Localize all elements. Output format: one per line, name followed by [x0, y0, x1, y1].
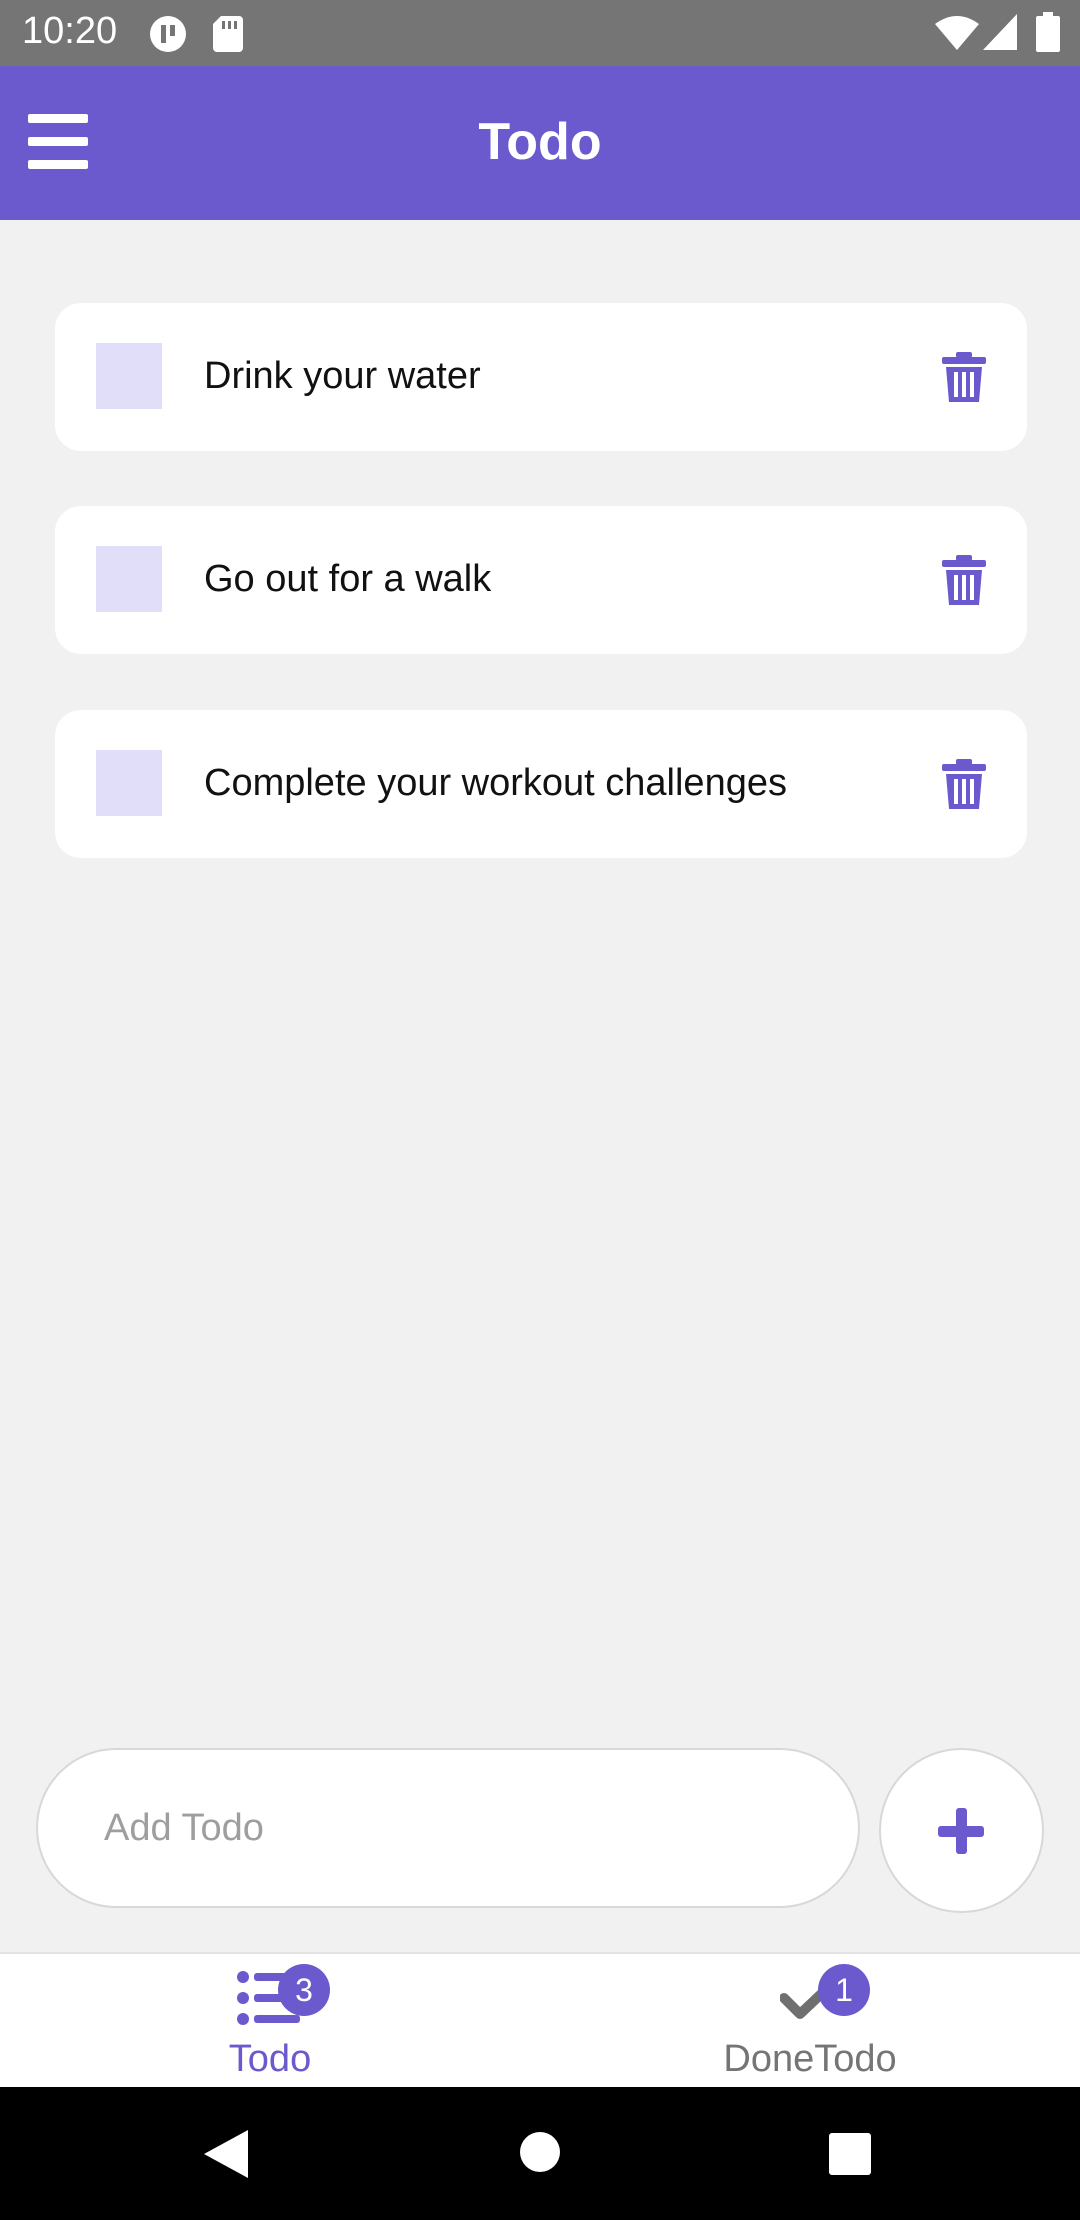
tab-label: DoneTodo: [723, 2038, 897, 2080]
back-icon[interactable]: [204, 2130, 248, 2178]
todo-text: Drink your water: [204, 355, 481, 397]
sd-card-icon: [213, 16, 243, 52]
bottom-tab-bar: 3 Todo 1 DoneTodo: [0, 1952, 1080, 2087]
add-todo-input[interactable]: [36, 1748, 860, 1908]
cell-signal-icon: [983, 14, 1017, 50]
todo-item: Complete your workout challenges: [55, 710, 1027, 858]
todo-checkbox[interactable]: [96, 343, 162, 409]
wifi-icon: [935, 16, 979, 50]
todo-checkbox[interactable]: [96, 546, 162, 612]
tab-donetodo[interactable]: 1 DoneTodo: [540, 1954, 1080, 2089]
recents-icon[interactable]: [829, 2133, 871, 2175]
status-bar: 10:20: [0, 0, 1080, 66]
page-title: Todo: [478, 113, 602, 171]
home-icon[interactable]: [520, 2132, 560, 2172]
todo-text: Go out for a walk: [204, 558, 492, 600]
todo-checkbox[interactable]: [96, 750, 162, 816]
system-nav-bar: [0, 2087, 1080, 2220]
add-todo-button[interactable]: [879, 1748, 1044, 1913]
tab-badge: 3: [278, 1964, 330, 2016]
trash-icon[interactable]: [941, 555, 987, 605]
screen: 10:20 Todo Drink your water Go out for a…: [0, 0, 1080, 2220]
tab-label: Todo: [228, 2038, 312, 2080]
trash-icon[interactable]: [941, 759, 987, 809]
todo-item: Drink your water: [55, 303, 1027, 451]
tab-badge: 1: [818, 1964, 870, 2016]
app-bar: Todo: [0, 66, 1080, 220]
trash-icon[interactable]: [941, 352, 987, 402]
status-time: 10:20: [22, 10, 118, 52]
todo-text: Complete your workout challenges: [204, 762, 787, 804]
notification-app-icon: [150, 16, 186, 52]
battery-icon: [1036, 12, 1060, 52]
tab-todo[interactable]: 3 Todo: [0, 1954, 540, 2089]
todo-item: Go out for a walk: [55, 506, 1027, 654]
